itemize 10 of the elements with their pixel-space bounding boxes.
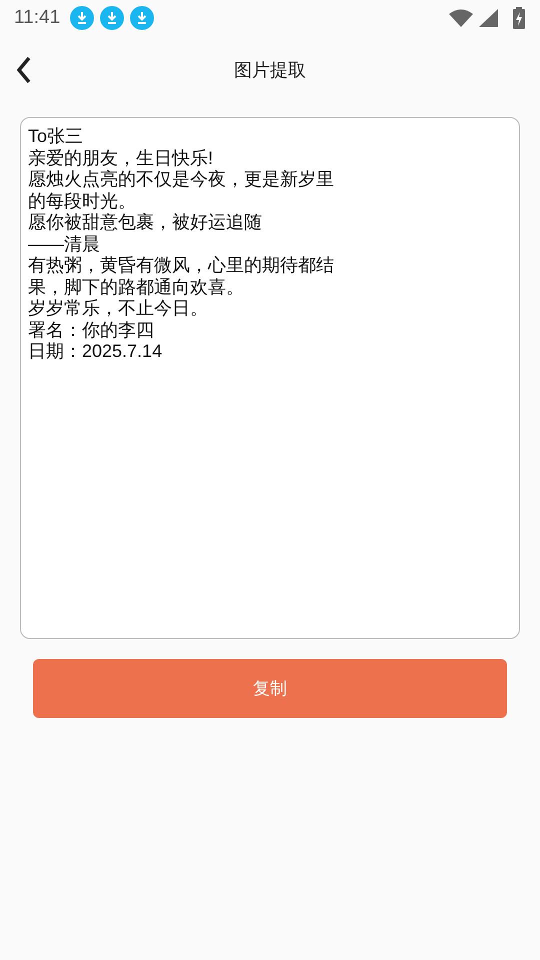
download-icon [100,6,124,30]
battery-icon [512,7,526,29]
back-icon [16,56,32,84]
text-field[interactable]: To张三 亲爱的朋友，生日快乐! 愿烛火点亮的不仅是今夜，更是新岁里 的每段时光。 愿你被甜意包裹，被好运追随 ——清晨 有热粥，黄昏有微风，心里的期待都结 果，脚下的路都通向欢喜。 岁岁常乐，不止今日。 署名：你的李四 日期：2025.7.14 [20,117,520,639]
download-icon [70,6,94,30]
page-title: 图片提取 [234,59,306,82]
signal-icon [479,9,498,27]
status-time: 11:41 [14,7,60,29]
wifi-icon [449,9,473,27]
download-icon [130,6,154,30]
